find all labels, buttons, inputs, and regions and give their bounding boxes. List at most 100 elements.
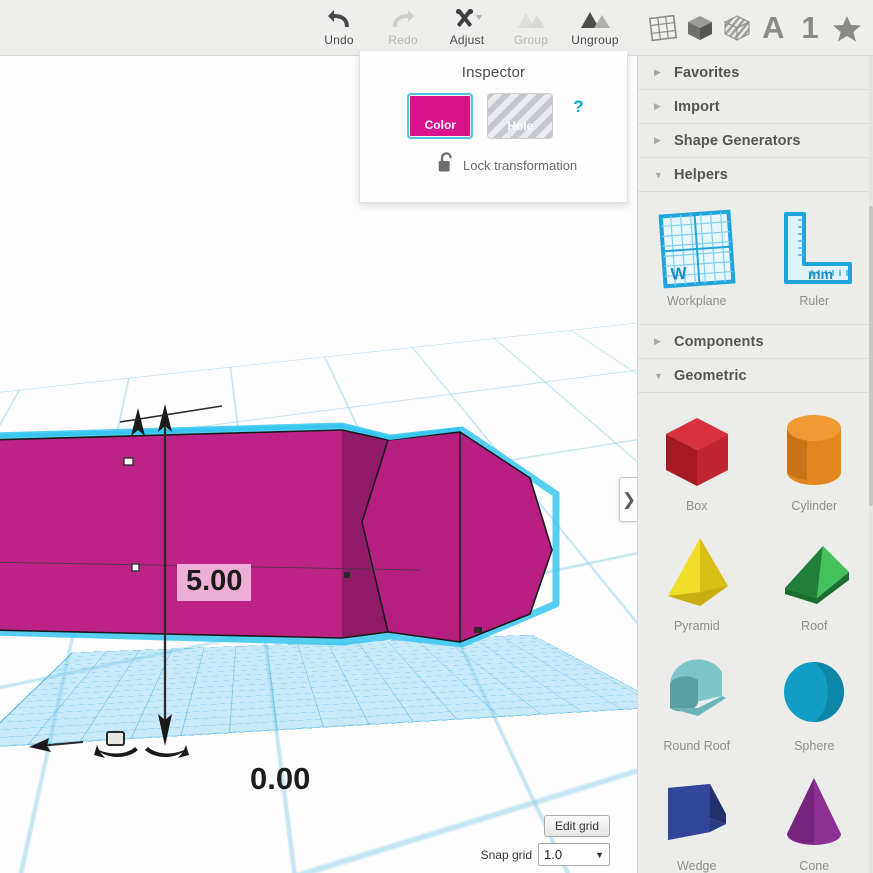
chevron-right-icon: ▶ [654, 336, 661, 346]
color-swatch-button[interactable]: Color [407, 93, 474, 139]
sidebar-section-label: Import [674, 98, 720, 115]
ungroup-button[interactable]: Ungroup [563, 0, 627, 52]
adjust-button[interactable]: Adjust [435, 0, 499, 52]
svg-text:mm: mm [808, 266, 833, 282]
sidebar-section-components[interactable]: ▶ Components [638, 325, 873, 359]
chevron-right-icon: ❯ [621, 490, 637, 509]
number-one-glyph: 1 [801, 10, 819, 45]
text-a-glyph: A [762, 10, 785, 45]
shape-item-pyramid[interactable]: Pyramid [638, 523, 756, 643]
undo-arrow-icon [327, 6, 351, 31]
shapes-sidebar: ▶ Favorites ▶ Import ▶ Shape Generators … [637, 56, 873, 873]
chevron-down-icon: ▼ [595, 849, 604, 860]
sidebar-section-label: Favorites [674, 64, 740, 81]
wedge-shape-icon [656, 769, 738, 855]
shape-label: Sphere [794, 739, 835, 753]
cone-shape-icon [773, 769, 855, 855]
shape-item-workplane[interactable]: W Workplane [638, 202, 756, 318]
shape-label: Ruler [799, 294, 830, 308]
shape-label: Round Roof [663, 739, 731, 753]
shape-item-sphere[interactable]: Sphere [756, 643, 873, 763]
snap-grid-label: Snap grid [480, 847, 532, 862]
hole-swatch-button[interactable]: Hole [487, 93, 554, 139]
sidebar-section-geometric[interactable]: ▼ Geometric [638, 359, 873, 393]
adjust-tools-icon [452, 6, 482, 31]
shape-label: Roof [801, 619, 828, 633]
box-shape-icon [656, 409, 738, 495]
sidebar-section-favorites[interactable]: ▶ Favorites [638, 56, 873, 90]
round-roof-shape-icon [656, 649, 738, 735]
undo-label: Undo [324, 33, 354, 47]
top-toolbar: Undo Redo Adjust Group Ungroup [0, 0, 637, 56]
sidebar-scrollbar-thumb[interactable] [869, 206, 873, 506]
grid-controls: Edit grid Snap grid 1.0 ▼ [410, 815, 610, 866]
shape-item-ruler[interactable]: mm Ruler [756, 202, 873, 318]
sidebar-section-import[interactable]: ▶ Import [638, 90, 873, 124]
chevron-down-icon: ▼ [654, 370, 663, 381]
color-swatch-label: Color [424, 118, 456, 132]
shape-label: Cone [799, 859, 830, 873]
height-measurement-label[interactable]: 5.00 [177, 564, 252, 601]
text-a-icon[interactable]: A [758, 11, 788, 45]
x-axis-arrow [29, 738, 84, 752]
group-button[interactable]: Group [499, 0, 563, 52]
sphere-shape-icon [773, 649, 855, 735]
rotate-handle-gizmo[interactable] [88, 728, 198, 768]
sidebar-section-label: Helpers [674, 166, 728, 183]
geometric-shape-list: Box Cylinder Pyramid Roof Round Roof Sph… [638, 393, 873, 873]
panel-collapse-toggle[interactable]: ❯ [619, 477, 637, 522]
shape-label: Box [685, 499, 708, 513]
snap-grid-select[interactable]: 1.0 ▼ [538, 843, 610, 866]
shape-item-cylinder[interactable]: Cylinder [756, 403, 873, 523]
sidebar-section-shape-generators[interactable]: ▶ Shape Generators [638, 124, 873, 158]
favorite-star-icon[interactable] [832, 11, 862, 45]
group-shapes-icon [516, 6, 546, 31]
shape-label: Wedge [677, 859, 717, 873]
chevron-right-icon: ▶ [654, 101, 661, 111]
shape-item-wedge[interactable]: Wedge [638, 763, 756, 873]
sidebar-scrollbar-track[interactable] [869, 56, 873, 873]
inspector-title: Inspector [461, 64, 526, 81]
adjust-label: Adjust [449, 33, 485, 47]
pyramid-shape-icon [656, 529, 738, 615]
chevron-down-icon: ▼ [654, 169, 663, 180]
redo-arrow-icon [391, 6, 415, 31]
tinkercad-app: Undo Redo Adjust Group Ungroup A 1 5.00 … [0, 0, 873, 873]
workplane-helper-icon: W [655, 208, 739, 290]
lock-transformation-row[interactable]: Lock transformation [360, 152, 627, 178]
workplane-grid-icon[interactable] [648, 11, 678, 45]
sidebar-section-label: Geometric [674, 367, 747, 384]
help-question-icon[interactable]: ? [573, 97, 583, 117]
shape-category-icon-bar: A 1 [637, 0, 873, 56]
helpers-shape-list: W Workplane mm Ruler [638, 192, 873, 325]
shape-label: Cylinder [791, 499, 838, 513]
cylinder-shape-icon [773, 409, 855, 495]
height-arrow-gizmo[interactable] [100, 346, 260, 766]
snap-grid-value: 1.0 [544, 847, 563, 862]
shape-item-box[interactable]: Box [638, 403, 756, 523]
shape-item-cone[interactable]: Cone [756, 763, 873, 873]
ruler-helper-icon: mm [772, 208, 856, 290]
chevron-right-icon: ▶ [654, 135, 661, 145]
shape-item-roof[interactable]: Roof [756, 523, 873, 643]
unlocked-padlock-icon [438, 152, 455, 178]
edit-grid-button[interactable]: Edit grid [543, 815, 610, 837]
shape-label: Workplane [666, 294, 727, 308]
number-one-icon[interactable]: 1 [795, 11, 825, 45]
redo-button[interactable]: Redo [371, 0, 435, 52]
hole-cube-icon[interactable] [722, 11, 752, 45]
selected-solid-object[interactable] [0, 374, 565, 674]
undo-button[interactable]: Undo [307, 0, 371, 52]
ungroup-shapes-icon [580, 6, 610, 31]
sidebar-section-label: Shape Generators [674, 132, 801, 149]
solid-cube-icon[interactable] [685, 11, 715, 45]
svg-text:W: W [670, 264, 688, 284]
lock-transformation-label: Lock transformation [463, 157, 578, 173]
inspector-panel: Inspector Color Hole ? Lock transformati… [359, 51, 628, 203]
shape-label: Pyramid [673, 619, 720, 633]
chevron-right-icon: ▶ [654, 67, 661, 77]
base-measurement-label[interactable]: 0.00 [250, 763, 310, 794]
shape-item-round-roof[interactable]: Round Roof [638, 643, 756, 763]
sidebar-section-label: Components [674, 333, 764, 350]
sidebar-section-helpers[interactable]: ▼ Helpers [638, 158, 873, 192]
